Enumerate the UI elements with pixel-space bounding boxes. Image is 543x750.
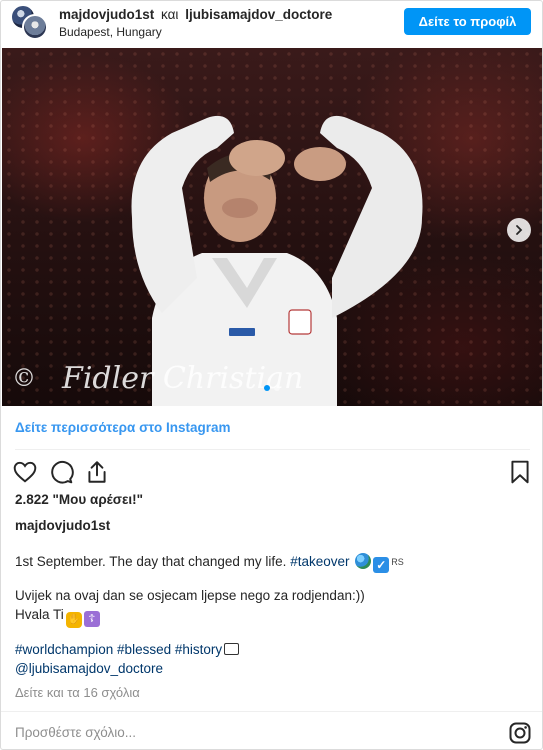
caption-line-1: 1st September. The day that changed my l… [15,553,525,573]
share-button[interactable] [83,458,111,486]
likes-count[interactable]: 2.822 "Μου αρέσει!" [15,492,143,507]
book-icon [224,643,240,655]
caption-line-5: @ljubisamajdov_doctore [15,661,525,676]
author-line: majdovjudo1st και ljubisamajdov_doctore [59,7,332,22]
chevron-right-icon [516,225,523,235]
divider [1,711,542,712]
share-icon [88,461,106,483]
divider [15,449,530,450]
add-comment-input[interactable]: Προσθέστε σχόλιο... [15,725,136,740]
heart-icon [13,461,37,483]
mention-link[interactable]: @ljubisamajdov_doctore [15,661,163,676]
caption-rs: RS [391,557,404,567]
hashtag-takeover[interactable]: #takeover [290,554,349,569]
post-header: majdovjudo1st και ljubisamajdov_doctore … [1,1,542,47]
coauthor-username[interactable]: ljubisamajdov_doctore [185,7,332,22]
comment-button[interactable] [47,458,75,486]
avatar-secondary[interactable] [22,14,48,40]
see-more-link[interactable]: Δείτε περισσότερα στο Instagram [15,420,230,435]
hashtags[interactable]: #worldchampion #blessed #history [15,642,222,657]
bookmark-icon [511,460,529,484]
view-profile-button[interactable]: Δείτε το προφίλ [404,8,531,35]
carousel-dot-1 [264,385,270,391]
author-username[interactable]: majdovjudo1st [59,7,154,22]
carousel-dot-2 [274,385,280,391]
svg-text:©: © [12,364,36,392]
caption-line-3: Hvala Ti ✋ ☦ [15,607,525,628]
avatar-stack[interactable] [11,5,51,40]
check-icon: ✓ [373,557,390,573]
carousel-indicator [264,385,280,391]
judoka-figure: © Fidler Christian [12,115,423,406]
view-comments-link[interactable]: Δείτε και τα 16 σχόλια [15,685,140,700]
comment-icon [51,460,74,484]
globe-icon [355,553,372,569]
post-location[interactable]: Budapest, Hungary [59,25,162,39]
carousel-next-button[interactable] [507,218,531,242]
cross-icon: ☦ [83,611,100,627]
caption-text: 1st September. The day that changed my l… [15,554,287,569]
action-bar [1,456,542,488]
post-image[interactable]: © Fidler Christian [2,48,542,406]
praying-hands-icon: ✋ [65,612,82,628]
save-button[interactable] [506,458,534,486]
caption-owner[interactable]: majdovjudo1st [15,518,110,533]
instagram-icon[interactable] [508,721,532,745]
like-button[interactable] [11,458,39,486]
caption-thanks: Hvala Ti [15,607,64,622]
caption-line-4: #worldchampion #blessed #history [15,642,525,657]
instagram-embed-card: majdovjudo1st και ljubisamajdov_doctore … [0,0,543,750]
author-conjunction: και [161,7,179,22]
caption-line-2: Uvijek na ovaj dan se osjecam ljepse neg… [15,588,365,603]
